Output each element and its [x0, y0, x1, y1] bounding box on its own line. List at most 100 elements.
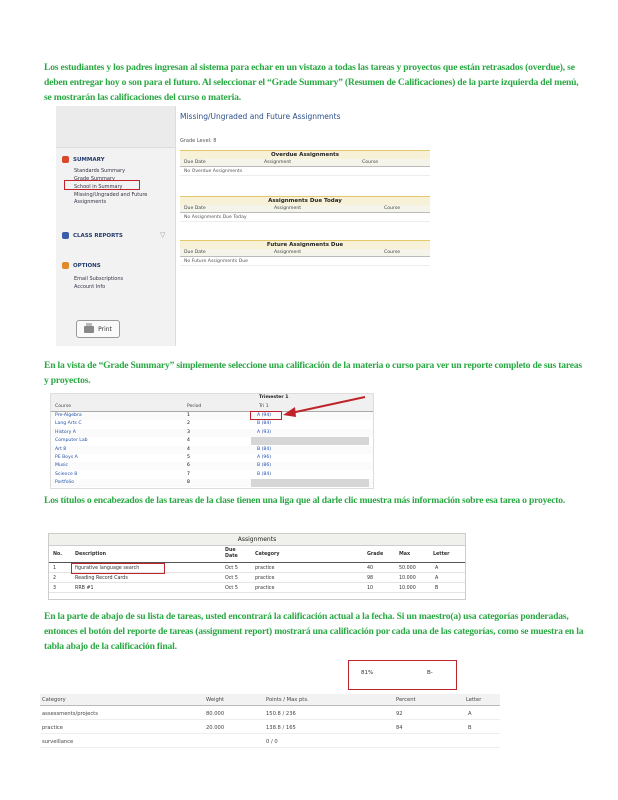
category-letter: A: [468, 711, 472, 717]
grade-highlight: [250, 411, 282, 420]
period-cell: 5: [187, 455, 190, 460]
course-link[interactable]: Portfolio: [55, 480, 74, 485]
period-cell: 8: [187, 480, 190, 486]
assignment-grade: 40: [367, 566, 374, 571]
overdue-section: Overdue Assignments Due Date Assignment …: [180, 150, 430, 176]
category-points: 150.8 / 236: [266, 711, 296, 717]
current-grade-paragraph: En la parte de abajo de su lista de tare…: [44, 611, 584, 652]
due-today-section: Assignments Due Today Due Date Assignmen…: [180, 196, 430, 222]
period-cell: 4: [187, 438, 190, 444]
grade-link[interactable]: B (84): [257, 447, 271, 452]
assignment-letter: A: [435, 576, 439, 581]
grade-level: Grade Level: 8: [180, 138, 217, 144]
assignment-row: 3 RRB #1 Oct 5 practice 10 10.000 B: [49, 584, 465, 593]
assignment-no: 3: [53, 586, 57, 591]
assignment-max: 50.000: [399, 566, 416, 571]
category-points: 0 / 0: [266, 739, 278, 745]
category-letter: B: [468, 725, 472, 731]
grade-row: PE Boys A 5 A (96): [51, 454, 373, 462]
nav-standards-summary[interactable]: Standards Summary: [74, 168, 125, 174]
nav-email-subscriptions[interactable]: Email Subscriptions: [74, 276, 123, 282]
category-percent: 92: [396, 711, 403, 717]
course-link[interactable]: Science 8: [55, 472, 77, 477]
assignment-grade: 98: [367, 576, 374, 581]
category-category: assessments/projects: [42, 711, 98, 717]
course-link[interactable]: Art 8: [55, 447, 66, 452]
final-percent: 81%: [361, 670, 374, 676]
grade-row: Computer Lab 4: [51, 437, 373, 446]
grade-link[interactable]: A (96): [257, 455, 271, 460]
grade-link[interactable]: B (84): [257, 421, 271, 426]
chevron-down-icon[interactable]: ▽: [160, 231, 165, 239]
reports-icon: [62, 232, 69, 239]
assignments-screenshot: Assignments No. Description Due Date Cat…: [48, 533, 466, 600]
course-link[interactable]: Lang Arts C: [55, 421, 82, 426]
assignment-link-highlight: [71, 563, 165, 574]
grade-row: Music 6 B (86): [51, 462, 373, 471]
page-title: Missing/Ungraded and Future Assignments: [180, 112, 341, 121]
assignment-link[interactable]: Reading Record Cards: [75, 576, 128, 581]
summary-icon: [62, 156, 69, 163]
assignment-link[interactable]: RRB #1: [75, 586, 94, 591]
period-cell: 6: [187, 463, 190, 469]
grade-row: History A 3 A (93): [51, 428, 373, 437]
period-cell: 2: [187, 421, 190, 427]
category-weight: 80.000: [206, 711, 225, 717]
period-cell: 4: [187, 446, 190, 452]
category-category: practice: [42, 725, 63, 731]
period-cell: 7: [187, 471, 190, 477]
assignments-title: Assignments: [49, 534, 465, 546]
course-link[interactable]: Computer Lab: [55, 438, 88, 443]
period-cell: 3: [187, 429, 190, 435]
course-link[interactable]: Pre-Algebra: [55, 413, 82, 418]
empty-grade-cell: [251, 479, 369, 488]
assignment-max: 10.000: [399, 586, 416, 591]
grade-summary-paragraph: En la vista de “Grade Summary” simplemen…: [44, 360, 582, 386]
assignment-no: 1: [53, 566, 57, 571]
grade-link[interactable]: A (93): [257, 430, 271, 435]
assignment-grade: 10: [367, 586, 374, 591]
future-section: Future Assignments Due Due Date Assignme…: [180, 240, 430, 266]
category-header: Category Weight Points / Max pts. Percen…: [40, 694, 500, 706]
assignment-cat: practice: [255, 576, 275, 581]
course-link[interactable]: Music: [55, 463, 68, 468]
assignment-no: 2: [53, 576, 57, 581]
category-category: surveillance: [42, 739, 74, 745]
period-cell: 1: [187, 413, 190, 418]
course-link[interactable]: PE Boys A: [55, 455, 78, 460]
grade-row: Art 8 4 B (84): [51, 445, 373, 454]
category-row: assessments/projects 80.000 150.8 / 236 92 A: [40, 707, 500, 720]
assignment-cat: practice: [255, 586, 275, 591]
category-points: 138.8 / 165: [266, 725, 296, 731]
final-letter: B-: [427, 670, 433, 676]
assignment-links-paragraph: Los títulos o encabezados de las tareas …: [44, 495, 566, 506]
print-button[interactable]: Print: [76, 320, 120, 338]
missing-assignments-screenshot: SUMMARY Standards Summary Grade Summary …: [56, 106, 432, 346]
assignment-row: 2 Reading Record Cards Oct 5 practice 98 10.0…: [49, 574, 465, 583]
final-grade-box: 81% B-: [348, 660, 457, 690]
grade-link[interactable]: B (84): [257, 472, 271, 477]
nav-assignments[interactable]: Assignments: [74, 199, 106, 205]
assignment-letter: A: [435, 566, 439, 571]
assignment-due: Oct 5: [225, 586, 238, 591]
course-link[interactable]: History A: [55, 430, 76, 435]
assignment-due: Oct 5: [225, 576, 238, 581]
assignment-due: Oct 5: [225, 566, 238, 571]
category-row: surveillance 0 / 0: [40, 735, 500, 748]
nav-missing-ungraded[interactable]: Missing/Ungraded and Future: [74, 192, 147, 198]
options-icon: [62, 262, 69, 269]
category-row: practice 20.000 138.8 / 165 84 B: [40, 721, 500, 734]
grade-summary-screenshot: Trimester 1 Course Period Tri 1 Pre-Alge…: [50, 393, 374, 489]
grade-row: Science 8 7 B (84): [51, 470, 373, 479]
left-navigation: SUMMARY Standards Summary Grade Summary …: [56, 106, 176, 346]
nav-account-info[interactable]: Account Info: [74, 284, 105, 290]
assignment-cat: practice: [255, 566, 275, 571]
grade-link[interactable]: B (86): [257, 463, 271, 468]
intro-paragraph: Los estudiantes y los padres ingresan al…: [44, 62, 579, 103]
printer-icon: [84, 322, 95, 333]
arrow-icon: [283, 396, 366, 417]
grade-row: Lang Arts C 2 B (84): [51, 420, 373, 429]
nav-school-summary[interactable]: School in Summary: [74, 184, 123, 190]
category-weight: 20.000: [206, 725, 225, 731]
assignments-header: No. Description Due Date Category Grade …: [49, 546, 465, 563]
